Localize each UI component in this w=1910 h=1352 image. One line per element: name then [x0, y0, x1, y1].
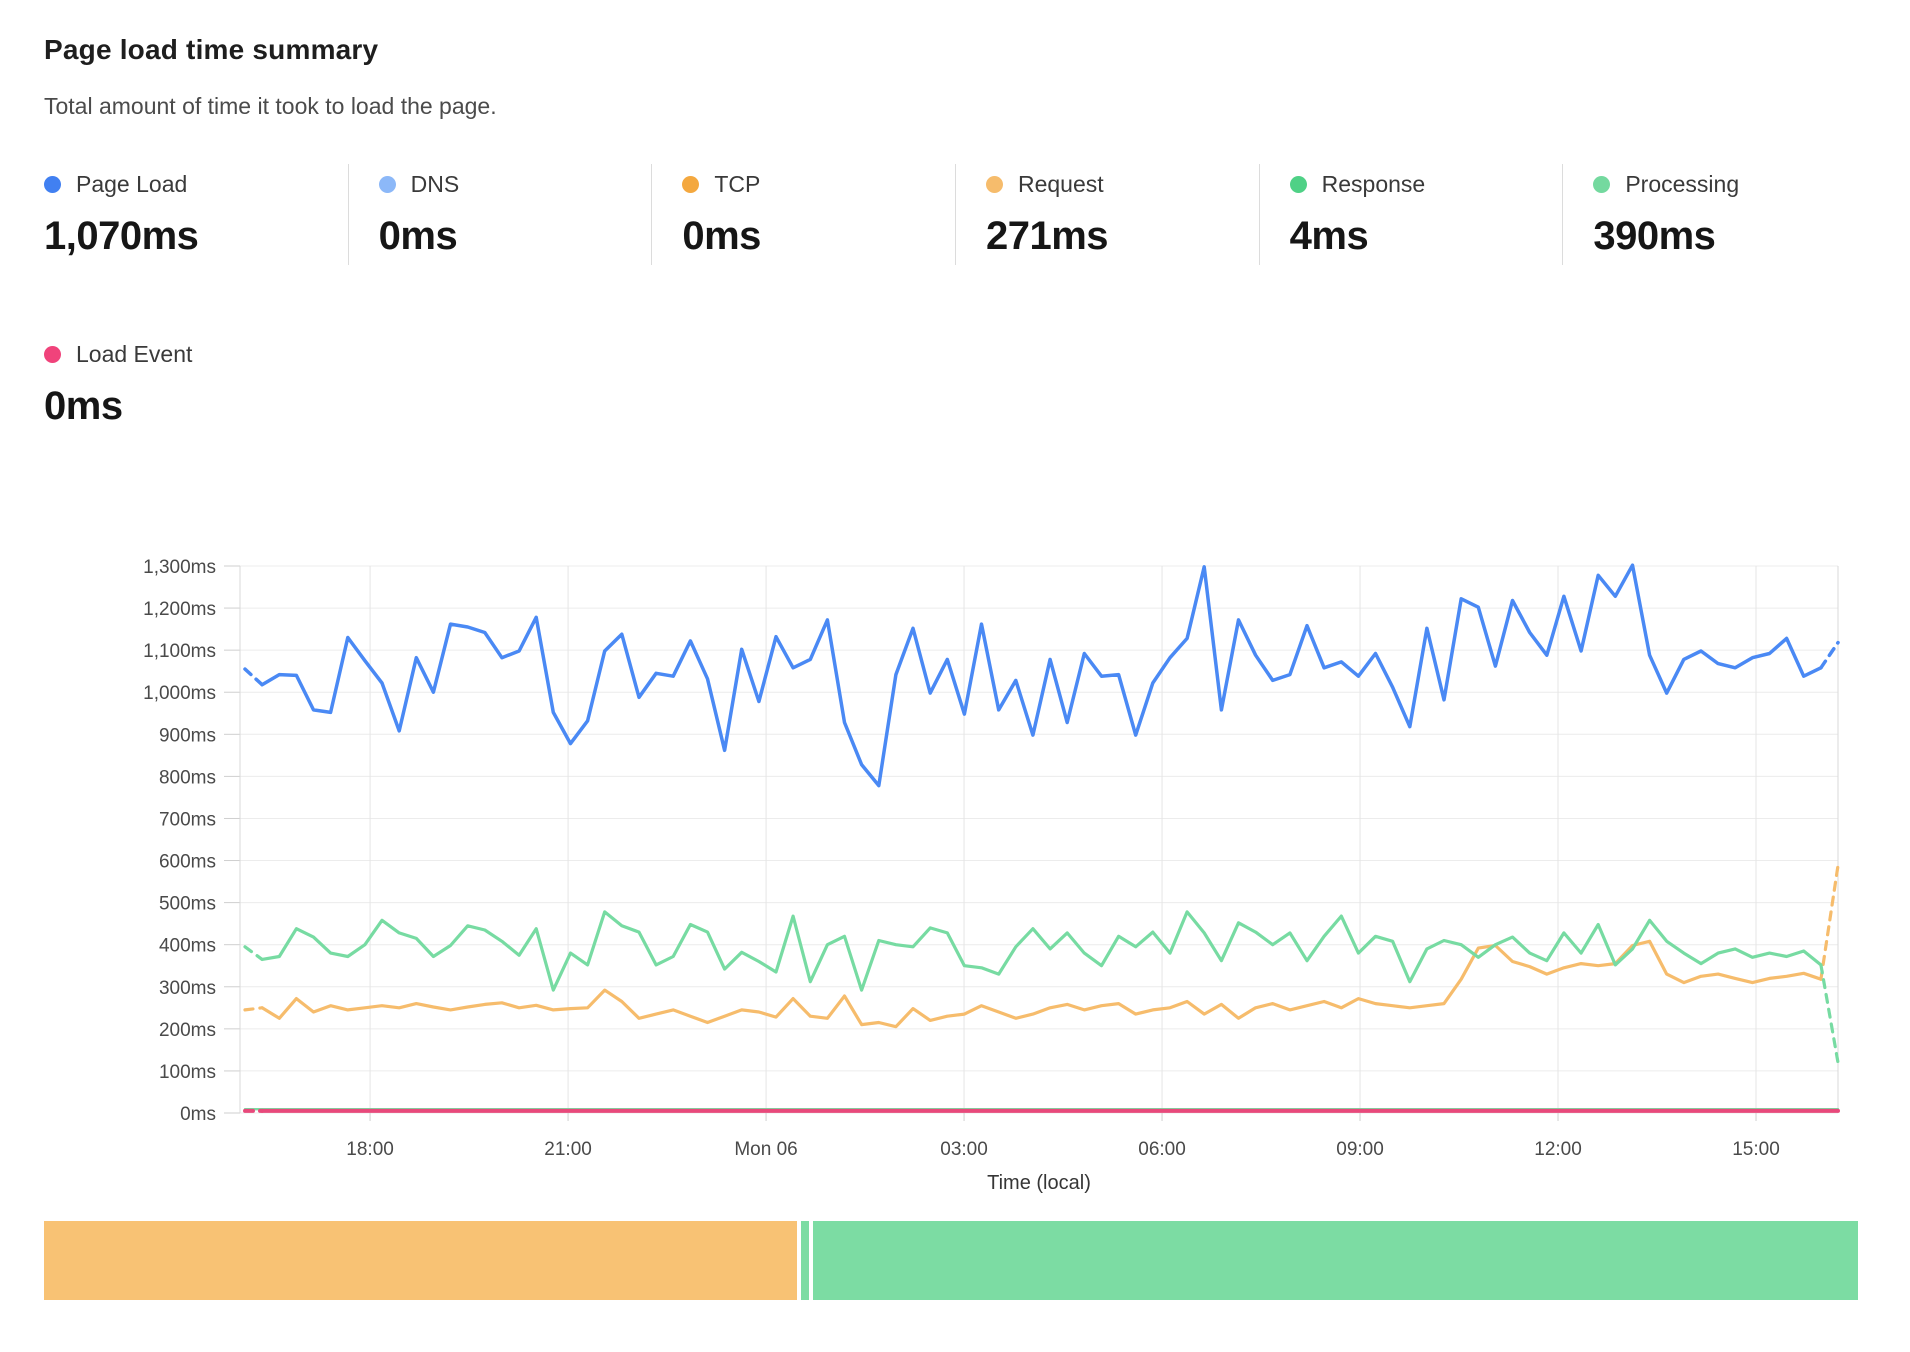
y-axis-label: 100ms [159, 1062, 216, 1083]
tcp-dot-icon [682, 176, 699, 193]
legend-value: 271ms [986, 214, 1259, 259]
bar-segment-processing-sliver[interactable] [801, 1221, 808, 1300]
dns-dot-icon [379, 176, 396, 193]
y-axis-label: 300ms [159, 978, 216, 999]
bar-segment-processing[interactable] [813, 1221, 1858, 1300]
y-axis-label: 900ms [159, 725, 216, 746]
y-axis-label: 500ms [159, 894, 216, 915]
x-axis-label: 06:00 [1138, 1139, 1186, 1160]
y-axis-label: 600ms [159, 852, 216, 873]
legend-value: 1,070ms [44, 214, 348, 259]
response-dot-icon [1290, 176, 1307, 193]
legend-value: 0ms [44, 384, 464, 429]
legend-label: DNS [411, 171, 460, 198]
legend-item-request[interactable]: Request 271ms [955, 164, 1259, 265]
series-page-load [245, 565, 1838, 785]
x-axis-title: Time (local) [987, 1172, 1091, 1194]
legend-label: TCP [714, 171, 760, 198]
legend: Page Load 1,070ms DNS 0ms TCP 0ms Reques… [44, 164, 1866, 265]
y-axis-label: 1,300ms [143, 557, 216, 578]
bar-segment-request[interactable] [44, 1221, 797, 1300]
y-axis-label: 200ms [159, 1020, 216, 1041]
legend-item-processing[interactable]: Processing 390ms [1562, 164, 1866, 265]
x-axis-label: 03:00 [940, 1139, 988, 1160]
legend-item-tcp[interactable]: TCP 0ms [651, 164, 955, 265]
legend-value: 0ms [379, 214, 652, 259]
legend-item-response[interactable]: Response 4ms [1259, 164, 1563, 265]
page-title: Page load time summary [44, 34, 378, 66]
processing-dot-icon [1593, 176, 1610, 193]
y-axis-label: 1,000ms [143, 683, 216, 704]
legend-item-page-load[interactable]: Page Load 1,070ms [44, 164, 348, 265]
legend-value: 0ms [682, 214, 955, 259]
timeline-distribution-bar [44, 1221, 1858, 1300]
legend-label: Request [1018, 171, 1104, 198]
request-dot-icon [986, 176, 1003, 193]
x-axis-label: 15:00 [1732, 1139, 1780, 1160]
page-load-time-chart[interactable]: 0ms 100ms 200ms 300ms 400ms 500ms 600ms 700ms 80… [0, 530, 1910, 1230]
x-axis-label: Mon 06 [734, 1139, 797, 1160]
legend-item-load-event[interactable]: Load Event 0ms [44, 334, 464, 435]
x-axis-label: 18:00 [346, 1139, 394, 1160]
y-axis-label: 1,200ms [143, 599, 216, 620]
legend-label: Page Load [76, 171, 187, 198]
y-axis-label: 400ms [159, 936, 216, 957]
legend-label: Load Event [76, 341, 192, 368]
load-event-dot-icon [44, 346, 61, 363]
x-axis-label: 12:00 [1534, 1139, 1582, 1160]
page-subtitle: Total amount of time it took to load the… [44, 93, 497, 120]
legend-value: 4ms [1290, 214, 1563, 259]
series-request [245, 866, 1838, 1027]
y-axis-label: 0ms [180, 1104, 216, 1125]
legend-item-dns[interactable]: DNS 0ms [348, 164, 652, 265]
legend-label: Response [1322, 171, 1426, 198]
y-axis-label: 700ms [159, 809, 216, 830]
x-axis-label: 21:00 [544, 1139, 592, 1160]
x-axis-label: 09:00 [1336, 1139, 1384, 1160]
page-load-dot-icon [44, 176, 61, 193]
legend-value: 390ms [1593, 214, 1866, 259]
y-axis-label: 1,100ms [143, 641, 216, 662]
y-axis-label: 800ms [159, 767, 216, 788]
legend-label: Processing [1625, 171, 1739, 198]
